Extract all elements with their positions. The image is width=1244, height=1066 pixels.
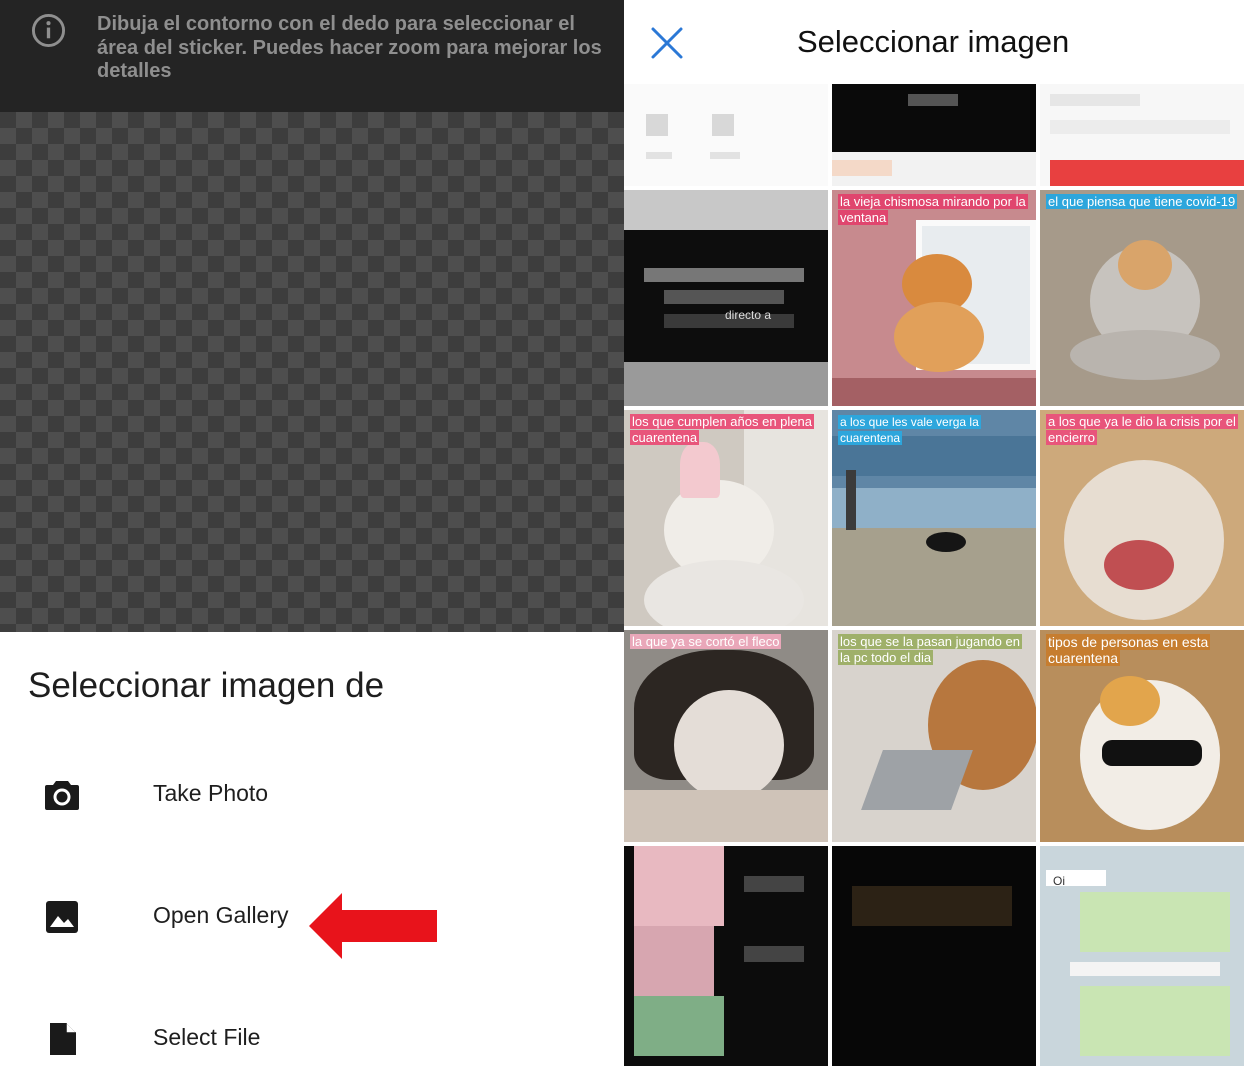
picker-title: Seleccionar imagen (797, 24, 1070, 59)
info-icon (31, 13, 66, 48)
grid-image[interactable]: los que cumplen años en plena cuarentena (624, 410, 828, 626)
red-arrow-annotation (309, 893, 437, 959)
tile-caption: a los que ya le dio la crisis por el enc… (1046, 414, 1238, 445)
grid-image[interactable]: el que piensa que tiene covid-19 (1040, 190, 1244, 406)
image-picker-panel: Seleccionar imagen directo a la vieja ch… (624, 0, 1244, 1066)
grid-image[interactable]: a los que ya le dio la crisis por el enc… (1040, 410, 1244, 626)
select-file-label: Select File (153, 1024, 261, 1050)
image-grid: directo a la vieja chismosa mirando por … (624, 84, 1244, 1066)
grid-image[interactable]: los que se la pasan jugando en la pc tod… (832, 630, 1036, 842)
close-icon[interactable] (650, 26, 684, 60)
grid-image[interactable] (832, 846, 1036, 1066)
take-photo-label: Take Photo (153, 780, 269, 806)
grid-image[interactable]: Oi (1040, 846, 1244, 1066)
camera-icon (45, 781, 79, 810)
hint-bar: Dibuja el contorno con el dedo para sele… (0, 0, 624, 112)
grid-image[interactable]: directo a (624, 190, 828, 406)
tile-caption: Oi (1053, 874, 1065, 888)
grid-image[interactable] (624, 846, 828, 1066)
sheet-title: Seleccionar imagen de (28, 666, 385, 705)
take-photo-option[interactable]: Take Photo (0, 750, 624, 840)
image-icon (46, 901, 78, 933)
select-file-option[interactable]: Select File (0, 994, 624, 1066)
tile-caption: los que cumplen años en plena cuarentena (630, 414, 814, 445)
hint-text: Dibuja el contorno con el dedo para sele… (97, 13, 602, 82)
grid-image[interactable] (832, 84, 1036, 186)
file-icon (50, 1023, 76, 1055)
tile-caption: directo a (725, 308, 772, 322)
tile-caption: la vieja chismosa mirando por la ventana (838, 194, 1028, 225)
grid-image[interactable] (1040, 84, 1244, 186)
sticker-editor-panel: Dibuja el contorno con el dedo para sele… (0, 0, 624, 1066)
picker-top-bar: Seleccionar imagen (624, 0, 1244, 84)
tile-caption: los que se la pasan jugando en la pc tod… (838, 634, 1022, 665)
grid-image[interactable]: la que ya se cortó el fleco (624, 630, 828, 842)
grid-image[interactable]: a los que les vale verga la cuarentena (832, 410, 1036, 626)
tile-caption: el que piensa que tiene covid-19 (1046, 194, 1238, 209)
grid-image[interactable]: la vieja chismosa mirando por la ventana (832, 190, 1036, 406)
grid-image[interactable]: tipos de personas en esta cuarentena (1040, 630, 1244, 842)
image-source-sheet: Seleccionar imagen de Take Photo Open Ga… (0, 632, 624, 1066)
grid-image[interactable] (624, 84, 828, 186)
transparent-canvas[interactable] (0, 112, 624, 632)
open-gallery-label: Open Gallery (153, 902, 289, 928)
tile-caption: la que ya se cortó el fleco (630, 634, 782, 649)
tile-caption: a los que les vale verga la cuarentena (838, 415, 981, 445)
tile-caption: tipos de personas en esta cuarentena (1046, 634, 1211, 666)
